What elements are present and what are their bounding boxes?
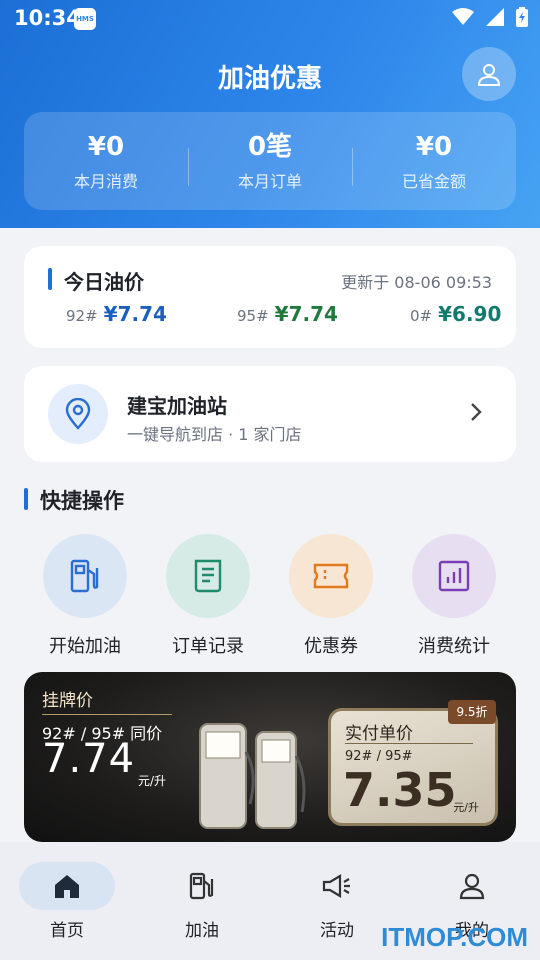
price-grade: 92# [66, 307, 98, 325]
quick-coupons[interactable]: 优惠券 [276, 534, 386, 658]
price-0: 0# ¥6.90 [410, 302, 501, 326]
tab-label: 活动 [320, 921, 354, 941]
receipt-icon [194, 559, 222, 593]
quick-order-history[interactable]: 订单记录 [153, 534, 263, 658]
tab-pill [154, 862, 250, 910]
quick-label: 开始加油 [49, 636, 121, 657]
tab-pill [19, 862, 115, 910]
stat-value: 0笔 [247, 132, 293, 162]
tab-label: 首页 [50, 921, 84, 941]
banner-list-title: 挂牌价 [42, 691, 93, 711]
quick-icon-bg [43, 534, 127, 618]
user-icon [477, 64, 501, 86]
station-icon-wrap [48, 384, 108, 444]
stat-monthly-spend: ¥0 本月消费 [24, 130, 188, 192]
quick-label: 消费统计 [418, 636, 490, 657]
tab-activities[interactable]: 活动 [287, 862, 387, 941]
stat-label: 本月消费 [73, 172, 138, 191]
tab-fueling[interactable]: 加油 [152, 862, 252, 941]
oil-price-title: 今日油价 [64, 270, 144, 294]
banner-real-grades: 92# / 95# [345, 749, 413, 764]
profile-button[interactable] [462, 47, 516, 101]
price-grade: 95# [237, 307, 269, 325]
quick-icon-bg [166, 534, 250, 618]
stat-label: 已省金额 [401, 172, 466, 191]
divider [42, 714, 172, 715]
chevron-right-icon [471, 403, 482, 421]
stat-saved-amount: ¥0 已省金额 [352, 130, 516, 192]
header: 10:34 HMS 加油优惠 ¥0 本月消费 0笔 本月订单 ¥0 已省金额 [0, 0, 540, 228]
quick-label: 订单记录 [172, 636, 244, 657]
tab-label: 加油 [185, 921, 219, 941]
real-price-box: 实付单价 92# / 95# 7.35 元/升 [328, 708, 498, 826]
quick-start-fueling[interactable]: 开始加油 [30, 534, 140, 658]
location-pin-icon [65, 398, 91, 430]
banner-list-unit: 元/升 [138, 774, 167, 788]
stats-card: ¥0 本月消费 0笔 本月订单 ¥0 已省金额 [24, 112, 516, 210]
stat-label: 本月订单 [237, 172, 302, 191]
banner-real-unit: 元/升 [453, 801, 479, 814]
status-icons [452, 7, 528, 27]
quick-icon-bg [289, 534, 373, 618]
accent-bar [24, 488, 28, 510]
price-value: ¥6.90 [438, 302, 502, 326]
tab-pill [424, 862, 520, 910]
promo-banner[interactable]: 挂牌价 92# / 95# 同价 7.74 元/升 实付单价 92# / 95#… [24, 672, 516, 842]
price-value: ¥7.74 [103, 302, 167, 326]
stat-value: ¥0 [415, 132, 453, 162]
fuel-pump-icon [189, 872, 214, 900]
quick-icon-bg [412, 534, 496, 618]
bar-chart-icon [438, 560, 470, 592]
price-value: ¥7.74 [274, 302, 338, 326]
stat-value: ¥0 [87, 132, 125, 162]
tab-pill [289, 862, 385, 910]
home-icon [55, 875, 79, 898]
price-grade: 0# [410, 307, 433, 325]
status-time: 10:34 [14, 6, 81, 30]
station-card[interactable]: 建宝加油站 一键导航到店 · 1 家门店 [24, 366, 516, 462]
price-92: 92# ¥7.74 [66, 302, 167, 326]
ticket-icon [313, 563, 349, 589]
banner-list-price: 7.74 [42, 736, 136, 782]
hms-badge: HMS [74, 8, 96, 30]
quick-spending-stats[interactable]: 消费统计 [399, 534, 509, 658]
station-name: 建宝加油站 [127, 394, 227, 418]
megaphone-icon [322, 874, 350, 898]
signal-icon [486, 8, 504, 26]
price-95: 95# ¥7.74 [237, 302, 338, 326]
wifi-icon [452, 8, 474, 25]
stat-monthly-orders: 0笔 本月订单 [188, 130, 352, 192]
tab-home[interactable]: 首页 [17, 862, 117, 941]
watermark: ITMOP.COM [381, 922, 528, 952]
banner-real-price: 7.35 [343, 763, 457, 817]
user-icon [459, 873, 485, 900]
divider [345, 743, 473, 744]
battery-icon [516, 7, 528, 27]
banner-real-title: 实付单价 [345, 724, 413, 744]
accent-bar [48, 268, 52, 290]
discount-badge: 9.5折 [448, 700, 496, 724]
station-subtitle: 一键导航到店 · 1 家门店 [127, 425, 302, 444]
oil-price-card: 今日油价 更新于 08-06 09:53 92# ¥7.74 95# ¥7.74… [24, 246, 516, 348]
status-bar: 10:34 HMS [0, 0, 540, 36]
fuel-pumps-illustration [199, 723, 306, 829]
quick-label: 优惠券 [304, 636, 358, 657]
oil-price-updated: 更新于 08-06 09:53 [341, 273, 492, 292]
page-title: 加油优惠 [217, 64, 322, 94]
quick-actions-title: 快捷操作 [40, 489, 124, 513]
fuel-pump-icon [70, 559, 99, 593]
